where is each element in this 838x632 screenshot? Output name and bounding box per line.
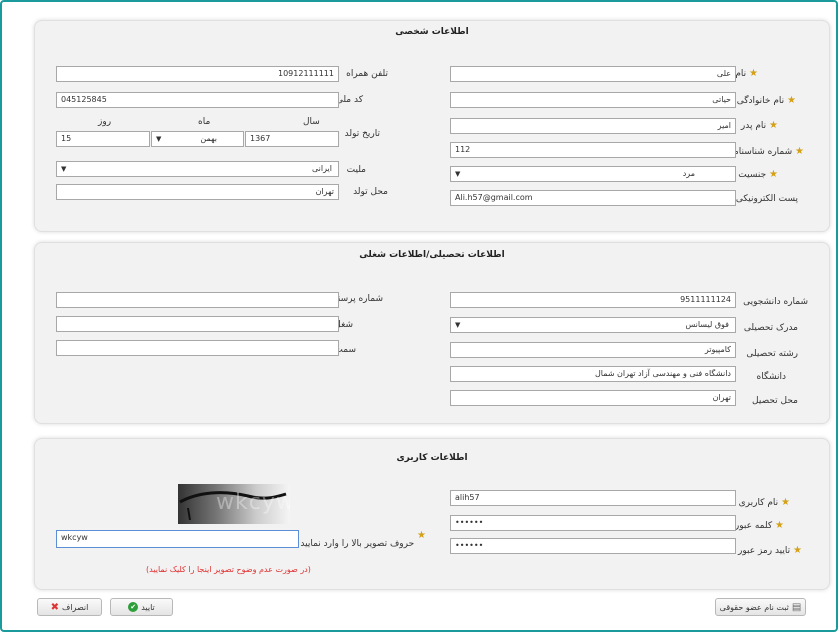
first-name-label: ★ نام xyxy=(735,68,758,79)
mobile-label: تلفن همراه xyxy=(346,69,388,79)
month-caption: ماه xyxy=(198,117,211,127)
father-name-field[interactable]: امیر xyxy=(450,118,736,134)
nationality-value: ایرانی xyxy=(312,164,332,173)
confirm-password-label: ★ تایید رمز عبور xyxy=(738,545,802,556)
study-place-field[interactable]: تهران xyxy=(450,390,736,406)
required-star-icon: ★ xyxy=(417,530,426,541)
education-info-title: اطلاعات تحصیلی/اطلاعات شغلی xyxy=(359,250,505,260)
nationality-label: ملیت xyxy=(346,165,366,175)
email-field[interactable]: Ali.h57@gmail.com xyxy=(450,190,736,206)
required-star-icon: ★ xyxy=(769,169,778,180)
gender-value: مرد xyxy=(682,169,695,178)
required-star-icon: ★ xyxy=(795,146,804,157)
field-label: رشته تحصیلی xyxy=(746,349,798,359)
required-star-icon: ★ xyxy=(769,120,778,131)
required-star-icon: ★ xyxy=(781,497,790,508)
student-no-label: شماره دانشجویی xyxy=(743,297,808,307)
study-place-label: محل تحصیل xyxy=(752,396,798,406)
university-label: دانشگاه xyxy=(756,372,786,382)
gender-select[interactable]: مرد ▼ xyxy=(450,166,736,182)
job-field[interactable] xyxy=(56,316,339,332)
dropdown-arrow-icon: ▼ xyxy=(156,135,162,143)
birth-day-field[interactable]: 15 xyxy=(56,131,150,147)
degree-label: مدرک تحصیلی xyxy=(743,323,798,333)
nationality-select[interactable]: ایرانی ▼ xyxy=(56,161,339,177)
required-star-icon: ★ xyxy=(793,545,802,556)
close-icon: ✖ xyxy=(50,601,60,613)
email-label: پست الکترونیکی xyxy=(735,194,798,204)
confirm-button-label: تایید xyxy=(141,602,155,612)
personal-info-title: اطلاعات شخصی xyxy=(395,27,469,37)
birth-month-select[interactable]: بهمن ▼ xyxy=(151,131,244,147)
captcha-refresh-link[interactable]: (در صورت عدم وضوح تصویر اینجا را کلیک نم… xyxy=(146,565,311,574)
required-star-icon: ★ xyxy=(787,95,796,106)
captcha-input-label: ★ حروف تصویر بالا را وارد نمایید xyxy=(300,530,426,549)
birth-place-field[interactable]: تهران xyxy=(56,184,339,200)
user-info-title: اطلاعات کاربری xyxy=(396,453,468,463)
father-name-label: ★ نام پدر xyxy=(740,120,778,131)
confirm-button[interactable]: ✔ تایید xyxy=(110,598,173,616)
degree-value: فوق لیسانس xyxy=(685,320,729,329)
password-label: ★ کلمه عبور xyxy=(734,520,784,531)
personnel-no-field[interactable] xyxy=(56,292,339,308)
required-star-icon: ★ xyxy=(749,68,758,79)
national-code-label: کد ملی xyxy=(335,95,363,105)
gender-label: ★ جنسیت xyxy=(738,169,778,180)
register-legal-member-button[interactable]: ثبت نام عضو حقوقی ▤ xyxy=(715,598,806,616)
last-name-field[interactable]: حیاتی xyxy=(450,92,736,108)
year-caption: سال xyxy=(303,117,320,127)
degree-select[interactable]: فوق لیسانس ▼ xyxy=(450,317,736,333)
first-name-field[interactable]: علی xyxy=(450,66,736,82)
birth-month-value: بهمن xyxy=(200,134,217,143)
dropdown-arrow-icon: ▼ xyxy=(455,170,461,178)
id-number-field[interactable]: 112 xyxy=(450,142,736,158)
cancel-button[interactable]: ✖ انصراف xyxy=(37,598,102,616)
university-field[interactable]: دانشگاه فنی و مهندسی آزاد تهران شمال xyxy=(450,366,736,382)
password-field[interactable]: •••••• xyxy=(450,515,736,531)
required-star-icon: ★ xyxy=(775,520,784,531)
birth-year-field[interactable]: 1367 xyxy=(245,131,339,147)
confirm-password-field[interactable]: •••••• xyxy=(450,538,736,554)
student-no-field[interactable]: 9511111124 xyxy=(450,292,736,308)
field-of-study-field[interactable]: کامپیوتر xyxy=(450,342,736,358)
cancel-button-label: انصراف xyxy=(62,602,89,612)
check-icon: ✔ xyxy=(128,602,139,612)
last-name-label: ★ نام خانوادگی xyxy=(736,95,796,106)
id-number-label: ★ شماره شناسنامه xyxy=(729,146,804,157)
mobile-field[interactable]: 10912111111 xyxy=(56,66,339,82)
username-label: ★ نام کاربری xyxy=(738,497,790,508)
birth-date-label: تاریخ تولد xyxy=(344,129,380,139)
captcha-image[interactable]: wkcyw xyxy=(178,484,290,524)
birth-place-label: محل تولد xyxy=(353,187,388,197)
captcha-image-text: wkcyw xyxy=(216,490,290,515)
position-field[interactable] xyxy=(56,340,339,356)
dropdown-arrow-icon: ▼ xyxy=(455,321,461,329)
national-code-field[interactable]: 045125845 xyxy=(56,92,339,108)
captcha-input[interactable]: wkcyw xyxy=(56,530,299,548)
user-card-icon: ▤ xyxy=(791,601,802,613)
register-legal-label: ثبت نام عضو حقوقی xyxy=(719,602,789,612)
day-caption: روز xyxy=(98,117,112,127)
username-field[interactable]: alih57 xyxy=(450,490,736,506)
dropdown-arrow-icon: ▼ xyxy=(61,165,67,173)
